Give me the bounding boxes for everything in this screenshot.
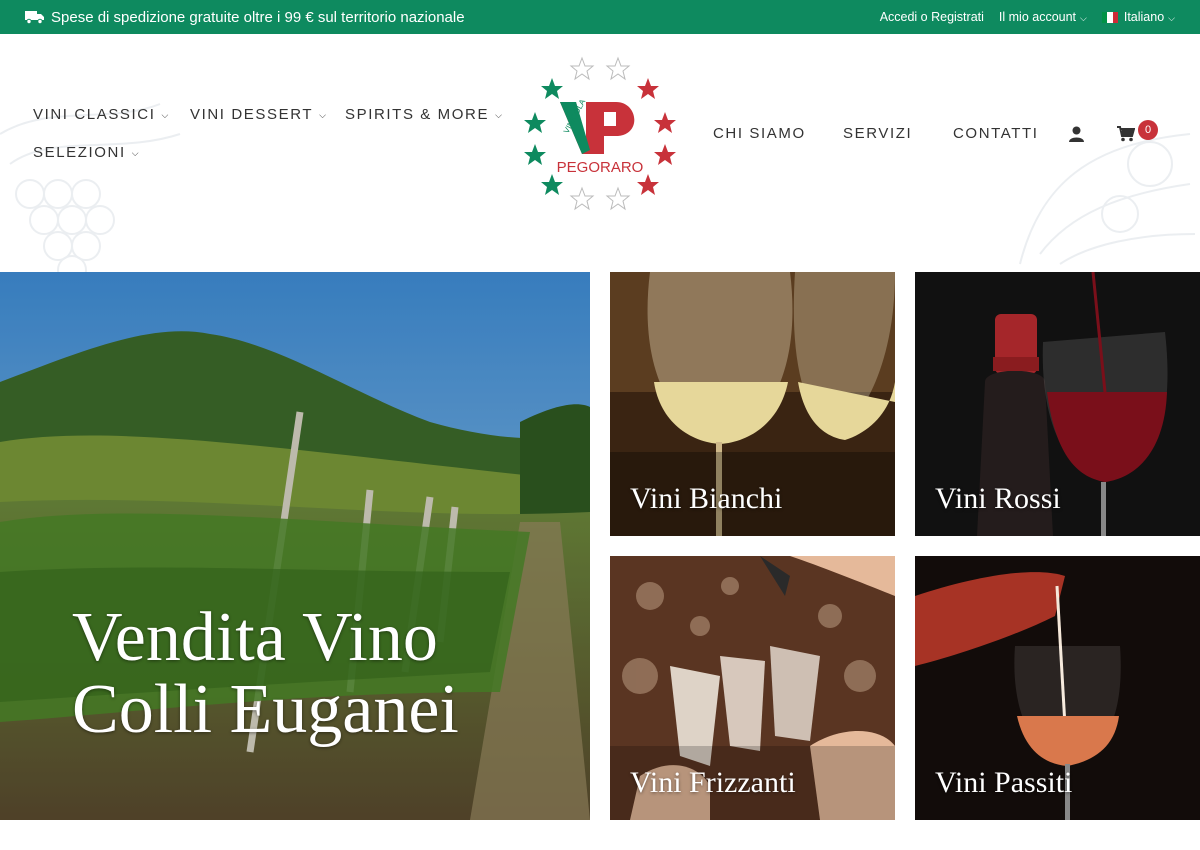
nav-selezioni[interactable]: SELEZIONI ⌵ (33, 144, 140, 161)
nav-label: VINI DESSERT (190, 106, 314, 123)
nav-servizi[interactable]: SERVIZI (843, 125, 912, 142)
chevron-down-icon: ⌵ (161, 110, 170, 120)
cart-icon[interactable] (1117, 126, 1135, 142)
language-selector[interactable]: Italiano ⌵ (1101, 10, 1175, 24)
page-bottom-strip (0, 820, 1200, 850)
site-header: VINI CLASSICI ⌵ VINI DESSERT ⌵ SPIRITS & M… (0, 34, 1200, 272)
login-link[interactable]: Accedi o Registrati (880, 10, 984, 24)
tile-label-vini-frizzanti: Vini Frizzanti (630, 766, 796, 799)
chevron-down-icon: ⌵ (1168, 12, 1175, 23)
logo-name: PEGORARO (557, 159, 644, 176)
hero-tile-colli-euganei[interactable]: Vendita Vino Colli Euganei (0, 272, 590, 820)
chevron-down-icon: ⌵ (1080, 12, 1087, 23)
hero-title: Vendita Vino Colli Euganei (72, 602, 459, 746)
chevron-down-icon: ⌵ (495, 110, 504, 120)
language-label: Italiano (1123, 10, 1165, 24)
tile-label-vini-passiti: Vini Passiti (935, 766, 1073, 799)
tile-label-vini-bianchi: Vini Bianchi (630, 482, 783, 515)
chevron-down-icon: ⌵ (319, 110, 328, 120)
user-icon[interactable] (1069, 126, 1084, 142)
nav-label: SERVIZI (843, 125, 913, 142)
nav-label: VINI CLASSICI (33, 106, 156, 123)
category-tile-vini-rossi[interactable]: Vini Rossi (915, 272, 1200, 536)
italy-flag-icon (1101, 11, 1118, 23)
hero-title-line-1: Vendita Vino (72, 599, 438, 676)
category-tile-vini-frizzanti[interactable]: Vini Frizzanti (610, 556, 895, 820)
top-bar: Spese di spedizione gratuite oltre i 99 … (0, 0, 1200, 34)
nav-spirits-more[interactable]: SPIRITS & MORE ⌵ (345, 106, 504, 123)
nav-label: SELEZIONI (33, 144, 126, 161)
leaf-decoration-right (1019, 133, 1196, 265)
nav-chi-siamo[interactable]: CHI SIAMO (713, 125, 806, 142)
nav-label: CHI SIAMO (713, 125, 806, 142)
shipping-text: Spese di spedizione gratuite oltre i 99 … (51, 8, 465, 26)
shipping-notice: Spese di spedizione gratuite oltre i 99 … (25, 0, 465, 34)
nav-label: CONTATTI (953, 125, 1039, 142)
tile-label-vini-rossi: Vini Rossi (935, 482, 1061, 515)
nav-contatti[interactable]: CONTATTI (953, 125, 1039, 142)
cart-count-badge: 0 (1138, 120, 1158, 140)
account-menu[interactable]: Il mio account ⌵ (999, 10, 1087, 24)
truck-icon (25, 11, 44, 24)
brand-logo[interactable]: VINICOLA PEGORARO (520, 54, 680, 214)
category-tile-vini-passiti[interactable]: Vini Passiti (915, 556, 1200, 820)
hero-title-line-2: Colli Euganei (72, 671, 459, 748)
chevron-down-icon: ⌵ (131, 148, 141, 158)
nav-label: SPIRITS & MORE (345, 106, 490, 123)
nav-vini-dessert[interactable]: VINI DESSERT ⌵ (190, 106, 328, 123)
nav-vini-classici[interactable]: VINI CLASSICI ⌵ (33, 106, 170, 123)
account-label: Il mio account (998, 10, 1077, 24)
category-tile-vini-bianchi[interactable]: Vini Bianchi (610, 272, 895, 536)
